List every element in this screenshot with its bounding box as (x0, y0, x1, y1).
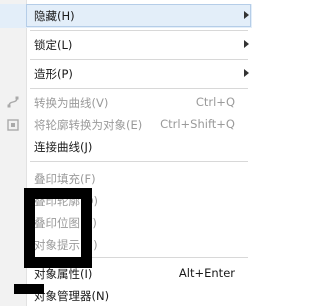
menu-item-outline-to-object-label: 将轮廓转换为对象(E) (34, 118, 143, 132)
menu-item-lock-label: 锁定(L) (34, 38, 73, 52)
menu-item-convert-to-curves-label: 转换为曲线(V) (34, 96, 109, 110)
menu-item-overprint-fill-label: 叠印填充(F) (34, 172, 96, 186)
menu-item-convert-to-curves[interactable]: 转换为曲线(V) Ctrl+Q (0, 91, 252, 115)
menu-item-lock[interactable]: 锁定(L) (0, 33, 252, 57)
outline-to-object-icon (7, 119, 19, 131)
shortcut-label: Ctrl+Shift+Q (160, 117, 235, 131)
menu-item-join-curves[interactable]: 连接曲线(J) (0, 135, 252, 159)
menu-item-object-properties-label: 对象属性(I) (34, 267, 93, 281)
menu-item-hide-label: 隐藏(H) (34, 9, 75, 23)
menu-separator (30, 88, 248, 89)
menu-item-hide[interactable]: 隐藏(H) (0, 4, 252, 28)
menu-item-join-curves-label: 连接曲线(J) (34, 140, 93, 154)
redaction-box (24, 188, 92, 268)
submenu-arrow-icon (244, 11, 249, 19)
menu-separator (30, 59, 248, 60)
menu-item-shaping-label: 造形(P) (34, 67, 73, 81)
menu-item-object-manager-label: 对象管理器(N) (34, 289, 110, 303)
submenu-arrow-icon (244, 69, 249, 77)
submenu-arrow-icon (244, 40, 249, 48)
shortcut-label: Alt+Enter (178, 266, 235, 280)
menu-separator (30, 30, 248, 31)
menu-item-outline-to-object[interactable]: 将轮廓转换为对象(E) Ctrl+Shift+Q (0, 113, 252, 137)
menu-separator (30, 161, 248, 162)
convert-to-curves-icon (7, 96, 19, 108)
shortcut-label: Ctrl+Q (195, 95, 235, 109)
menu-item-shaping[interactable]: 造形(P) (0, 62, 252, 86)
redaction-bar (14, 284, 44, 294)
